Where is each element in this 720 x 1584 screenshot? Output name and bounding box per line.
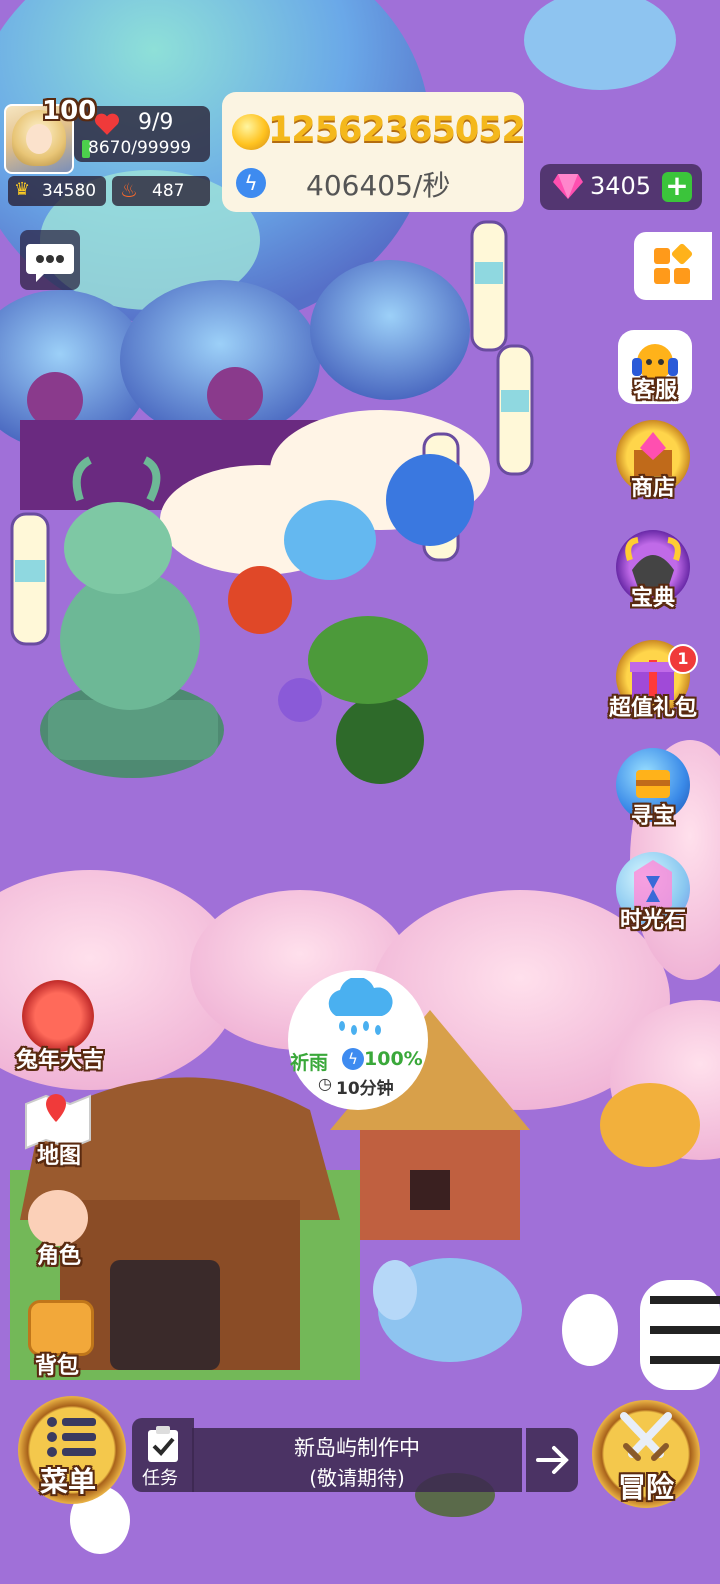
list-menu-icon (47, 1417, 96, 1457)
value-pack-label: 超值礼包 (608, 696, 697, 721)
clock-icon: ◷ (318, 1074, 332, 1093)
treasure-hunt-button[interactable]: 寻宝 (612, 748, 694, 830)
task-label: 任务 (142, 1468, 178, 1489)
menu-button[interactable]: 菜单 (18, 1396, 126, 1504)
fire-stat: ♨ 487 (112, 176, 210, 206)
island-status-title: 新岛屿制作中 (294, 1436, 420, 1460)
map-button[interactable]: 地图 (14, 1090, 104, 1170)
gold-value: 12562365052 (268, 110, 526, 150)
island-status-subtitle: (敬请期待) (309, 1466, 405, 1490)
value-pack-button[interactable]: 1 超值礼包 (609, 640, 698, 722)
player-level: 100 (42, 96, 97, 126)
rain-prayer-time: 10分钟 (336, 1079, 394, 1099)
customer-service-label: 客服 (632, 378, 677, 403)
shop-label: 商店 (630, 476, 675, 501)
gem-icon (553, 174, 583, 199)
apps-button[interactable] (634, 232, 712, 300)
rain-cloud-icon (328, 978, 393, 1035)
treasure-hunt-label: 寻宝 (630, 804, 675, 829)
codex-button[interactable]: 宝典 (612, 530, 694, 612)
gift-badge: 1 (668, 644, 698, 674)
gold-coin-icon (232, 114, 270, 150)
customer-service-button[interactable]: 客服 (614, 330, 696, 412)
add-gems-button[interactable]: + (662, 172, 692, 202)
rabbit-year-label: 兔年大吉 (15, 1048, 104, 1073)
menu-label: 菜单 (40, 1465, 97, 1498)
character-button[interactable]: 角色 (14, 1186, 104, 1276)
chat-button[interactable] (20, 230, 80, 290)
game-scene[interactable]: 9/9 8670/99999 100 ♛ 34580 ♨ 487 1256236… (0, 0, 720, 1584)
fire-icon: ♨ (120, 178, 138, 202)
chat-icon (26, 244, 74, 282)
time-stone-button[interactable]: 时光石 (612, 852, 694, 934)
adventure-button[interactable]: 冒险 (592, 1400, 700, 1508)
gem-value: 3405 (590, 172, 652, 200)
task-button[interactable]: 任务 (132, 1418, 194, 1492)
time-stone-label: 时光石 (619, 908, 686, 933)
backpack-label: 背包 (34, 1354, 79, 1379)
weather-lightning-icon: ϟ (342, 1048, 364, 1070)
clipboard-check-icon (148, 1426, 178, 1462)
rain-prayer-bubble[interactable]: 祈雨 ϟ 100% ◷ 10分钟 (288, 970, 428, 1110)
backpack-button[interactable]: 背包 (14, 1296, 104, 1382)
rabbit-year-button[interactable]: 兔年大吉 (10, 980, 110, 1073)
adventure-label: 冒险 (618, 1471, 675, 1504)
crown-value: 34580 (42, 181, 97, 201)
gold-rate: 406405/秒 (306, 169, 451, 202)
hp-value: 9/9 (138, 110, 174, 135)
player-profile[interactable]: 9/9 8670/99999 (4, 104, 210, 178)
arrow-right-icon (536, 1446, 569, 1474)
map-label: 地图 (36, 1144, 81, 1169)
heart-icon (94, 113, 120, 135)
island-status-bar: 新岛屿制作中 (敬请期待) (192, 1428, 522, 1492)
crown-stat: ♛ 34580 (8, 176, 106, 206)
apps-grid-icon (654, 243, 693, 284)
codex-label: 宝典 (630, 586, 675, 611)
shop-button[interactable]: 商店 (612, 420, 694, 502)
rain-prayer-label: 祈雨 (290, 1052, 329, 1074)
crown-icon: ♛ (14, 179, 31, 200)
lightning-icon: ϟ (236, 168, 266, 198)
character-label: 角色 (36, 1244, 81, 1269)
go-arrow-button[interactable] (526, 1428, 578, 1492)
rain-prayer-percent: 100% (364, 1048, 423, 1070)
exp-value: 8670/99999 (88, 138, 192, 158)
crossed-swords-icon (620, 1412, 672, 1461)
fire-value: 487 (152, 181, 185, 201)
